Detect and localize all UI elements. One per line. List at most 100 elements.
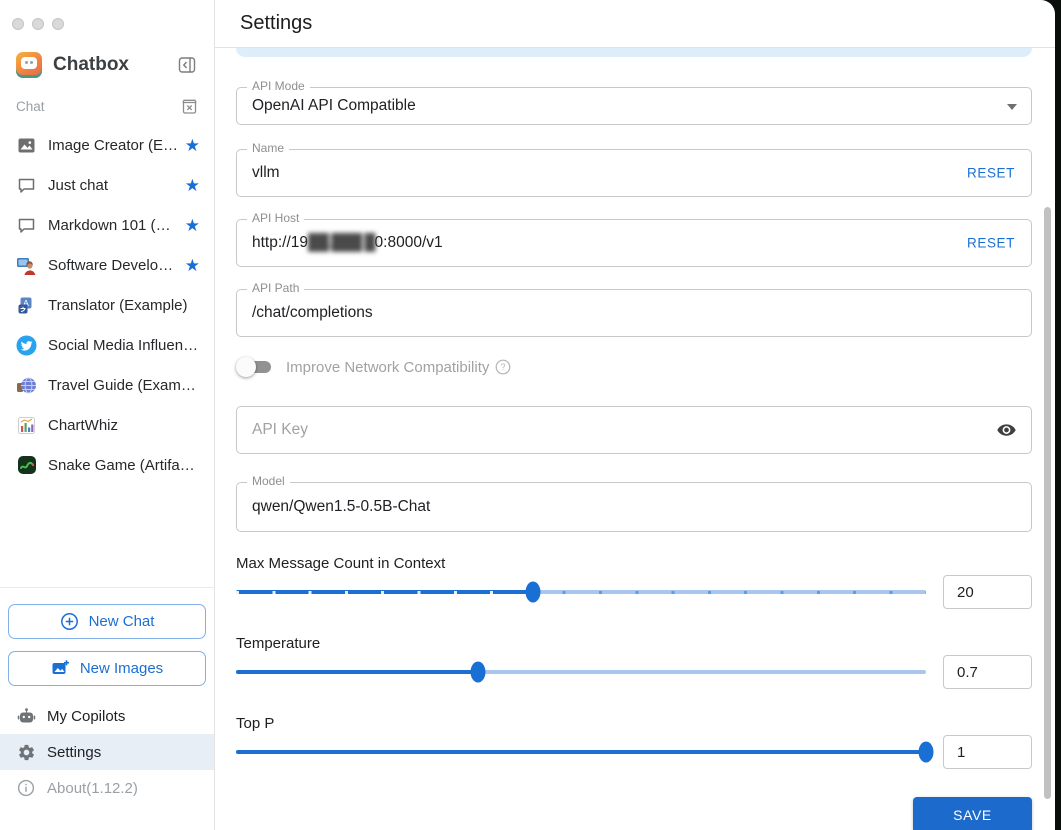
image-plus-icon bbox=[51, 659, 70, 678]
plus-circle-icon bbox=[60, 612, 79, 631]
chat-item-social-media-influencer[interactable]: Social Media Influencer … bbox=[0, 325, 214, 365]
image-icon bbox=[16, 135, 37, 156]
app-title: Chatbox bbox=[53, 54, 129, 75]
collapse-sidebar-icon[interactable] bbox=[176, 54, 198, 76]
page-title: Settings bbox=[240, 12, 313, 34]
chat-item-label: Snake Game (Artifact E… bbox=[48, 456, 200, 474]
model-field[interactable]: Model qwen/Qwen1.5-0.5B-Chat bbox=[236, 474, 1032, 532]
info-icon bbox=[16, 778, 36, 798]
star-icon[interactable]: ★ bbox=[185, 257, 200, 274]
api-path-value: /chat/completions bbox=[252, 304, 373, 321]
about-label: About(1.12.2) bbox=[47, 779, 138, 797]
svg-text:?: ? bbox=[501, 362, 506, 372]
top-p-slider[interactable] bbox=[236, 741, 934, 763]
network-compatibility-row: Improve Network Compatibility ? bbox=[236, 357, 1032, 377]
model-value: qwen/Qwen1.5-0.5B-Chat bbox=[252, 498, 431, 515]
snake-game-icon bbox=[16, 455, 37, 476]
developer-emoji-icon bbox=[16, 255, 37, 276]
chevron-down-icon bbox=[1007, 104, 1017, 110]
api-path-field[interactable]: API Path /chat/completions bbox=[236, 281, 1032, 337]
api-host-reset-button[interactable]: RESET bbox=[967, 236, 1015, 251]
main-panel: Settings API Mode OpenAI API Compatible … bbox=[215, 0, 1055, 830]
chat-item-label: Travel Guide (Example) bbox=[48, 376, 200, 394]
chat-item-label: ChartWhiz bbox=[48, 416, 119, 434]
sidebar: Chatbox Chat Image Creator (Ex… ★ Just c… bbox=[0, 0, 215, 830]
chat-item-label: Markdown 101 (Ex… bbox=[48, 216, 179, 234]
top-p-value[interactable]: 1 bbox=[943, 735, 1032, 769]
settings-window: Chatbox Chat Image Creator (Ex… ★ Just c… bbox=[0, 0, 1055, 830]
chat-bubble-icon bbox=[16, 175, 37, 196]
chat-item-just-chat[interactable]: Just chat ★ bbox=[0, 165, 214, 205]
max-message-count-label: Max Message Count in Context bbox=[236, 555, 446, 572]
chat-list: Image Creator (Ex… ★ Just chat ★ Markdow… bbox=[0, 125, 214, 485]
chat-item-software-developer[interactable]: Software Develop… ★ bbox=[0, 245, 214, 285]
sidebar-item-about[interactable]: About(1.12.2) bbox=[0, 770, 214, 806]
travel-globe-icon bbox=[16, 375, 37, 396]
top-p-label: Top P bbox=[236, 715, 275, 732]
chat-bubble-icon bbox=[16, 215, 37, 236]
clear-chats-icon[interactable] bbox=[181, 98, 198, 115]
chat-item-chartwhiz[interactable]: ChartWhiz bbox=[0, 405, 214, 445]
help-icon[interactable]: ? bbox=[495, 359, 511, 375]
chat-item-label: Translator (Example) bbox=[48, 296, 188, 314]
new-chat-button[interactable]: New Chat bbox=[8, 604, 206, 639]
minimize-window-button[interactable] bbox=[32, 18, 44, 30]
chat-item-snake-game[interactable]: Snake Game (Artifact E… bbox=[0, 445, 214, 485]
sidebar-item-settings[interactable]: Settings bbox=[0, 734, 214, 770]
chat-section-label: Chat bbox=[16, 99, 45, 114]
name-label: Name bbox=[247, 141, 290, 156]
top-p-row: 1 bbox=[236, 732, 1032, 772]
star-icon[interactable]: ★ bbox=[185, 137, 200, 154]
close-window-button[interactable] bbox=[12, 18, 24, 30]
star-icon[interactable]: ★ bbox=[185, 217, 200, 234]
api-host-field[interactable]: API Host http://19██.███ █0:8000/v1 RESE… bbox=[236, 211, 1032, 267]
twitter-icon bbox=[16, 335, 37, 356]
scrolled-tab-strip bbox=[236, 48, 1032, 57]
new-chat-label: New Chat bbox=[88, 613, 155, 630]
scrollbar[interactable] bbox=[1044, 207, 1051, 799]
chat-item-label: Image Creator (Ex… bbox=[48, 136, 179, 154]
main-header: Settings bbox=[215, 0, 1055, 48]
chart-emoji-icon bbox=[16, 415, 37, 436]
new-images-button[interactable]: New Images bbox=[8, 651, 206, 686]
api-key-field bbox=[236, 406, 1032, 454]
gear-icon bbox=[16, 742, 36, 762]
api-host-label: API Host bbox=[247, 211, 305, 226]
name-value: vllm bbox=[252, 164, 280, 181]
save-button[interactable]: SAVE bbox=[913, 797, 1032, 830]
chat-item-travel-guide[interactable]: Travel Guide (Example) bbox=[0, 365, 214, 405]
chat-item-markdown-101[interactable]: Markdown 101 (Ex… ★ bbox=[0, 205, 214, 245]
chat-item-image-creator[interactable]: Image Creator (Ex… ★ bbox=[0, 125, 214, 165]
temperature-value[interactable]: 0.7 bbox=[943, 655, 1032, 689]
sidebar-divider bbox=[0, 587, 214, 588]
show-password-eye-icon[interactable] bbox=[996, 420, 1017, 441]
chat-item-label: Social Media Influencer … bbox=[48, 336, 200, 354]
chat-item-translator[interactable]: A Translator (Example) bbox=[0, 285, 214, 325]
chatbox-logo-icon bbox=[16, 52, 42, 78]
api-key-input[interactable] bbox=[237, 421, 1031, 439]
network-compatibility-label: Improve Network Compatibility bbox=[286, 358, 490, 376]
robot-icon bbox=[16, 706, 36, 726]
api-host-value: http://19██.███ █0:8000/v1 bbox=[252, 234, 443, 251]
new-images-label: New Images bbox=[79, 660, 164, 677]
redacted-text: ██.███ █ bbox=[308, 234, 376, 251]
settings-form: API Mode OpenAI API Compatible Name vllm… bbox=[215, 48, 1055, 830]
sidebar-item-my-copilots[interactable]: My Copilots bbox=[0, 698, 214, 734]
star-icon[interactable]: ★ bbox=[185, 177, 200, 194]
slider-thumb[interactable] bbox=[918, 741, 934, 763]
temperature-slider[interactable] bbox=[236, 661, 926, 683]
name-reset-button[interactable]: RESET bbox=[967, 166, 1015, 181]
name-field[interactable]: Name vllm RESET bbox=[236, 141, 1032, 197]
max-message-count-row: 20 bbox=[236, 572, 1032, 612]
max-message-count-value[interactable]: 20 bbox=[943, 575, 1032, 609]
network-compatibility-toggle[interactable] bbox=[236, 357, 274, 377]
model-label: Model bbox=[247, 474, 290, 489]
chat-item-label: Software Develop… bbox=[48, 256, 179, 274]
max-message-count-slider[interactable] bbox=[236, 581, 926, 603]
slider-thumb[interactable] bbox=[470, 661, 485, 683]
chat-section-header: Chat bbox=[16, 98, 198, 115]
translator-emoji-icon: A bbox=[16, 295, 37, 316]
api-mode-select[interactable]: API Mode OpenAI API Compatible bbox=[236, 79, 1032, 125]
fullscreen-window-button[interactable] bbox=[52, 18, 64, 30]
slider-thumb[interactable] bbox=[525, 581, 541, 603]
